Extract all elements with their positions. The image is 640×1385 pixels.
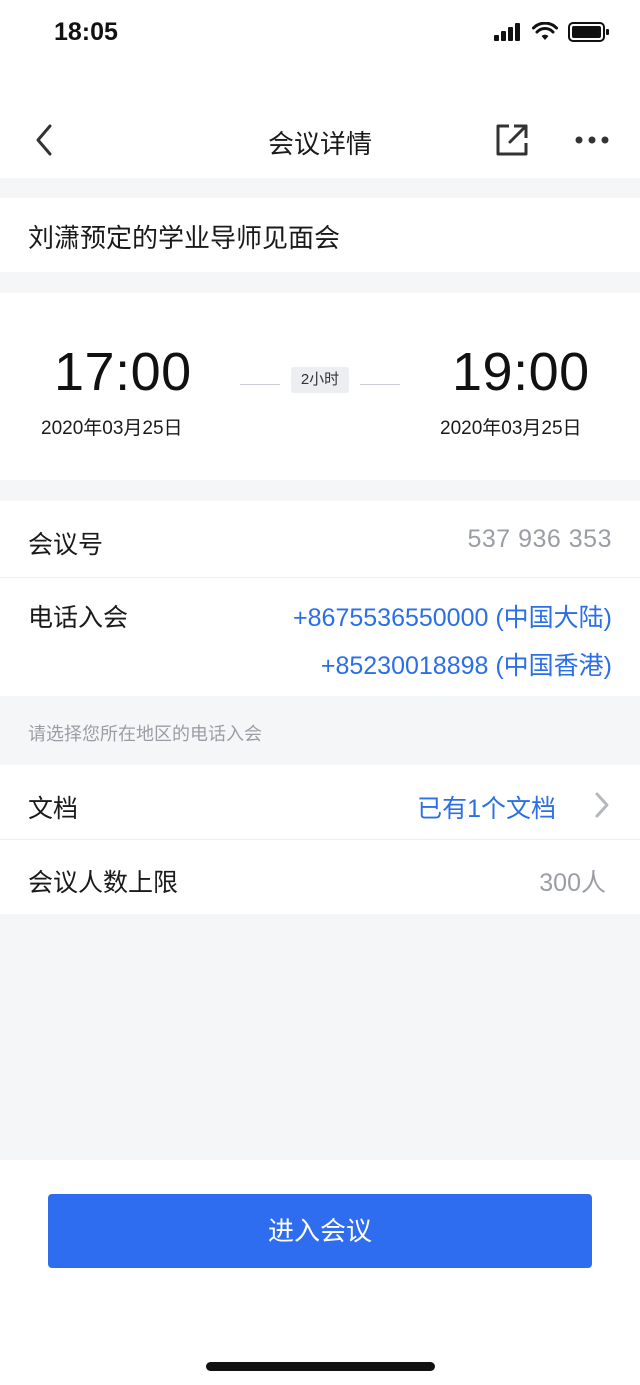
join-meeting-button[interactable]: 进入会议 [48, 1194, 592, 1268]
end-date: 2020年03月25日 [440, 418, 582, 439]
start-time: 17:00 [54, 342, 192, 402]
bottom-action-area: 进入会议 [0, 1160, 640, 1385]
meeting-id-label: 会议号 [28, 531, 104, 559]
share-external-icon [496, 124, 528, 156]
documents-link[interactable]: 已有1个文档 [417, 789, 556, 825]
phone-number-link[interactable]: +8675536550000 (中国大陆) [293, 598, 612, 634]
status-icons [494, 22, 610, 42]
divider [0, 839, 640, 840]
home-indicator [206, 1362, 435, 1371]
meeting-extra-card: 文档 已有1个文档 会议人数上限 300人 [0, 765, 640, 914]
duration-line-right [360, 384, 400, 385]
status-time: 18:05 [54, 18, 118, 46]
phone-join-label: 电话入会 [28, 604, 129, 632]
more-button[interactable] [574, 130, 610, 150]
participant-limit-label: 会议人数上限 [28, 869, 179, 897]
start-date: 2020年03月25日 [41, 418, 183, 439]
meeting-info-card: 会议号 537 936 353 电话入会 +8675536550000 (中国大… [0, 501, 640, 696]
duration-badge: 2小时 [291, 367, 349, 393]
documents-arrow[interactable] [594, 791, 610, 819]
end-time: 19:00 [452, 342, 590, 402]
phone-number-link[interactable]: +85230018898 (中国香港) [321, 646, 612, 682]
meeting-subject-card: 刘潇预定的学业导师见面会 [0, 198, 640, 272]
meeting-id-value[interactable]: 537 936 353 [467, 525, 612, 554]
meeting-subject: 刘潇预定的学业导师见面会 [28, 223, 341, 253]
share-button[interactable] [494, 122, 530, 158]
divider [0, 577, 640, 578]
status-bar: 18:05 [0, 0, 640, 70]
participant-limit-value: 300人 [539, 869, 606, 897]
phone-hint: 请选择您所在地区的电话入会 [28, 724, 262, 744]
meeting-time-card: 17:00 2020年03月25日 2小时 19:00 2020年03月25日 [0, 293, 640, 480]
battery-icon [568, 22, 609, 42]
nav-bar: 会议详情 [0, 70, 640, 178]
wifi-icon [532, 22, 558, 40]
chevron-right-icon [595, 792, 609, 818]
duration-line-left [240, 384, 280, 385]
signal-icon [494, 23, 520, 41]
documents-label: 文档 [28, 795, 79, 823]
page-title: 会议详情 [267, 129, 372, 159]
more-dots-icon [575, 136, 609, 144]
